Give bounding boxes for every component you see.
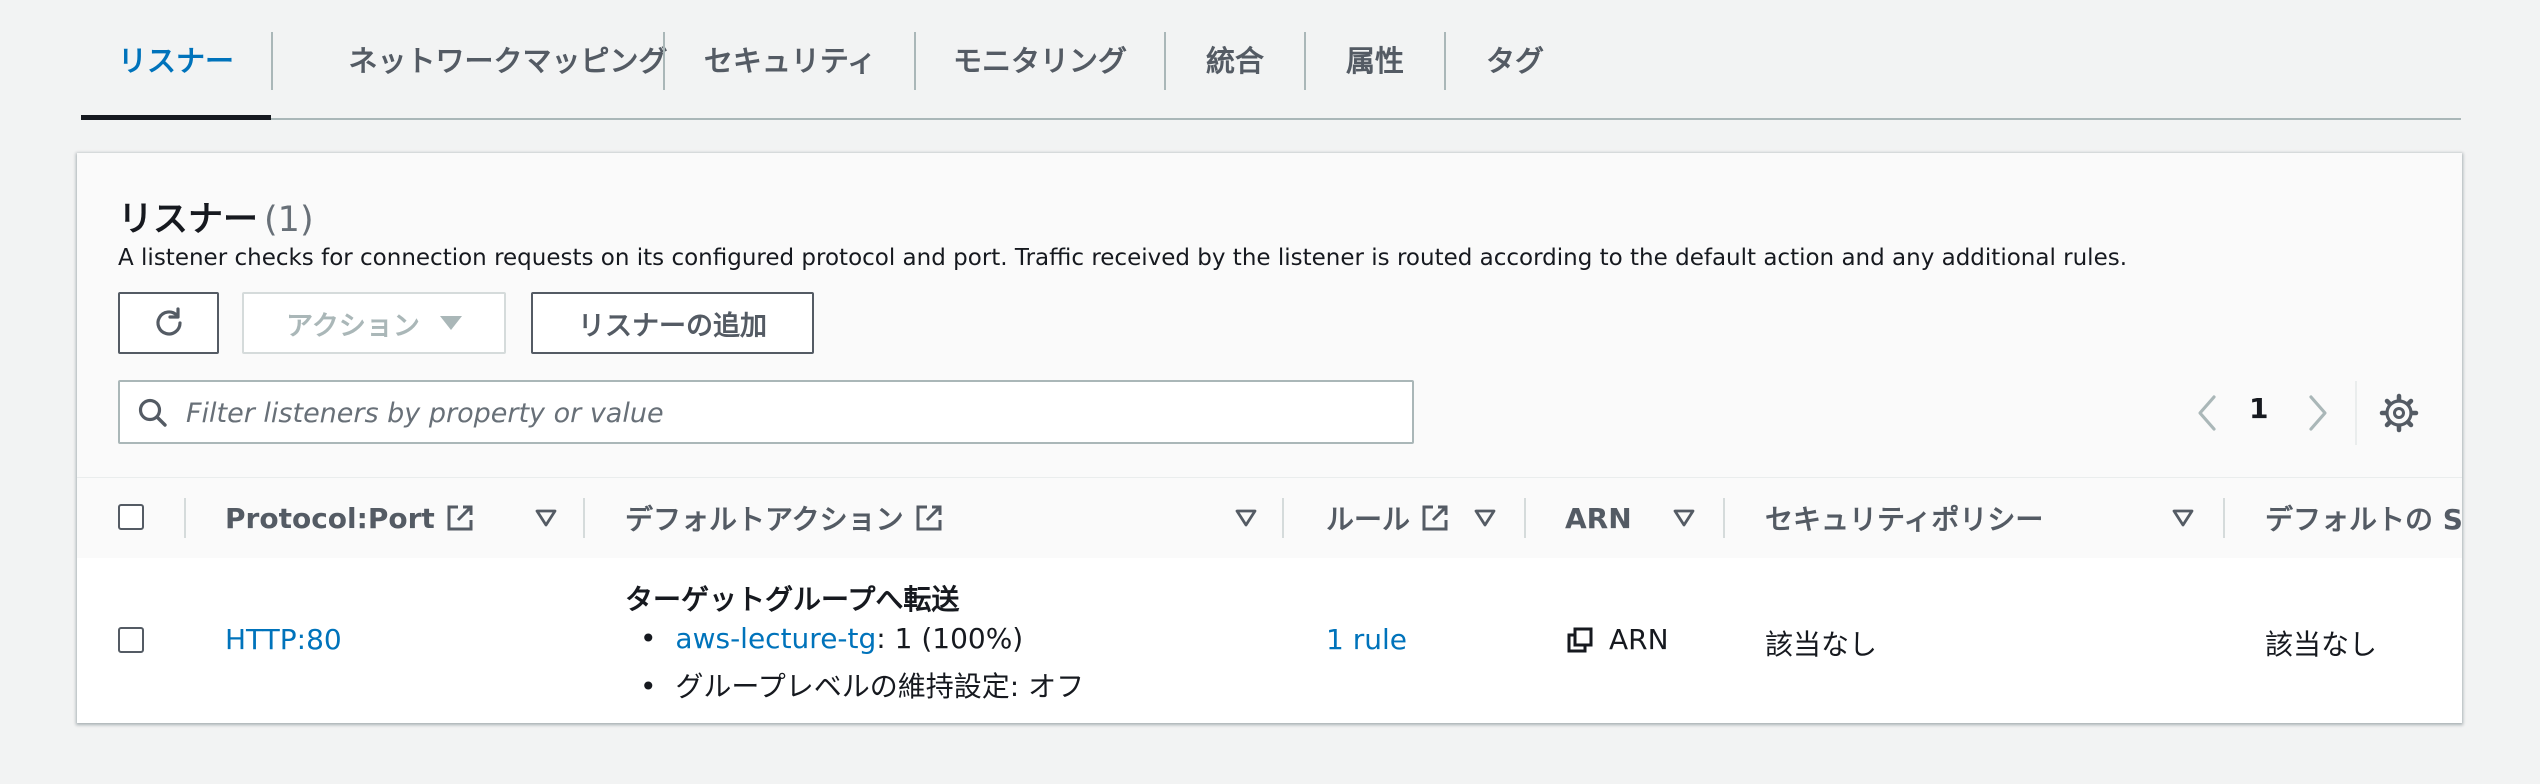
column-label: デフォルトの SS xyxy=(2265,503,2462,536)
security-policy-value: 該当なし xyxy=(1765,628,1878,661)
tab-label: 統合 xyxy=(1205,44,1264,78)
arn-copy[interactable]: ARN xyxy=(1565,623,1669,656)
arn-label: ARN xyxy=(1609,623,1669,656)
sort-caret-icon[interactable] xyxy=(1673,508,1695,528)
tab-label: モニタリング xyxy=(952,44,1127,78)
copy-icon xyxy=(1567,627,1593,652)
column-header-arn[interactable]: ARN xyxy=(1565,478,1632,558)
listeners-panel: リスナー (1) A listener checks for connection… xyxy=(77,153,2462,723)
actions-dropdown[interactable]: アクション xyxy=(242,292,506,354)
tab-listeners[interactable]: リスナー xyxy=(81,0,271,120)
tab-monitoring[interactable]: モニタリング xyxy=(916,0,1164,118)
rules-link[interactable]: 1 rule xyxy=(1326,623,1407,656)
column-header-default-ssl[interactable]: デフォルトの SS xyxy=(2265,478,2462,558)
tab-label: リスナー xyxy=(117,44,234,78)
column-label: デフォルトアクション xyxy=(625,503,904,536)
refresh-button[interactable] xyxy=(118,292,219,354)
column-divider xyxy=(1282,498,1284,538)
protocol-port-link[interactable]: HTTP:80 xyxy=(225,623,342,656)
chevron-right-icon[interactable] xyxy=(2303,391,2333,435)
tab-attributes[interactable]: 属性 xyxy=(1306,0,1444,118)
column-label: Protocol:Port xyxy=(225,501,435,535)
tab-tags[interactable]: タグ xyxy=(1446,0,1584,118)
column-header-protocol-port[interactable]: Protocol:Port xyxy=(225,478,475,558)
select-all-checkbox[interactable] xyxy=(118,504,144,530)
pagination-divider xyxy=(2355,381,2357,445)
sort-caret-icon[interactable] xyxy=(1474,508,1496,528)
target-group-link[interactable]: aws-lecture-tg xyxy=(675,622,876,655)
bullet: • xyxy=(640,622,657,655)
column-header-rules[interactable]: ルール xyxy=(1326,478,1450,558)
caret-down-icon xyxy=(439,316,462,330)
sort-caret-icon[interactable] xyxy=(1235,508,1257,528)
default-action-title: ターゲットグループへ転送 xyxy=(625,583,960,616)
column-label: セキュリティポリシー xyxy=(1765,503,2044,536)
external-link-icon xyxy=(1422,505,1448,531)
external-link-icon xyxy=(447,505,473,531)
sort-caret-icon[interactable] xyxy=(535,508,557,528)
target-group-item: • aws-lecture-tg: 1 (100%) xyxy=(640,622,1023,655)
tab-integrations[interactable]: 統合 xyxy=(1166,0,1304,118)
tab-security[interactable]: セキュリティ xyxy=(665,0,915,118)
column-header-security-policy[interactable]: セキュリティポリシー xyxy=(1765,478,2043,558)
tab-label: ネットワークマッピング xyxy=(348,44,668,78)
column-label: ARN xyxy=(1565,501,1632,535)
search-icon xyxy=(138,398,167,427)
external-link-icon xyxy=(916,505,942,531)
tab-label: 属性 xyxy=(1345,44,1404,78)
row-checkbox[interactable] xyxy=(118,627,144,653)
listener-filter[interactable] xyxy=(118,380,1414,444)
column-divider xyxy=(2223,498,2225,538)
panel-description: A listener checks for connection request… xyxy=(118,245,2128,271)
panel-title: リスナー (1) xyxy=(118,191,314,242)
column-header-default-action[interactable]: デフォルトアクション xyxy=(625,478,944,558)
stickiness-text: グループレベルの維持設定: オフ xyxy=(675,670,1085,703)
gear-icon[interactable] xyxy=(2379,393,2419,433)
tab-label: タグ xyxy=(1485,44,1544,78)
column-divider xyxy=(184,498,186,538)
add-listener-label: リスナーの追加 xyxy=(578,310,767,342)
add-listener-button[interactable]: リスナーの追加 xyxy=(531,292,814,354)
table-row: HTTP:80 ターゲットグループへ転送 • aws-lecture-tg: 1… xyxy=(77,558,2462,723)
sort-caret-icon[interactable] xyxy=(2172,508,2194,528)
tab-label: セキュリティ xyxy=(703,44,877,78)
refresh-icon xyxy=(155,307,182,336)
stickiness-item: • グループレベルの維持設定: オフ xyxy=(640,665,1084,705)
search-input[interactable] xyxy=(184,388,1388,438)
column-divider xyxy=(1524,498,1526,538)
target-group-weight: : 1 (100%) xyxy=(876,622,1024,655)
bullet: • xyxy=(640,670,657,703)
actions-label: アクション xyxy=(286,310,420,342)
table-header: Protocol:Port デフォルトアクション ルール ARN セキュリティポ… xyxy=(77,477,2462,559)
listener-count: (1) xyxy=(264,200,314,240)
column-divider xyxy=(583,498,585,538)
column-divider xyxy=(1723,498,1725,538)
default-ssl-value: 該当なし xyxy=(2265,628,2378,661)
tab-bar: リスナー ネットワークマッピング セキュリティ モニタリング 統合 属性 タグ xyxy=(81,0,2461,120)
column-label: ルール xyxy=(1326,503,1411,536)
chevron-left-icon[interactable] xyxy=(2192,391,2222,435)
panel-title-text: リスナー xyxy=(118,200,259,240)
page-number[interactable]: 1 xyxy=(2249,392,2268,425)
